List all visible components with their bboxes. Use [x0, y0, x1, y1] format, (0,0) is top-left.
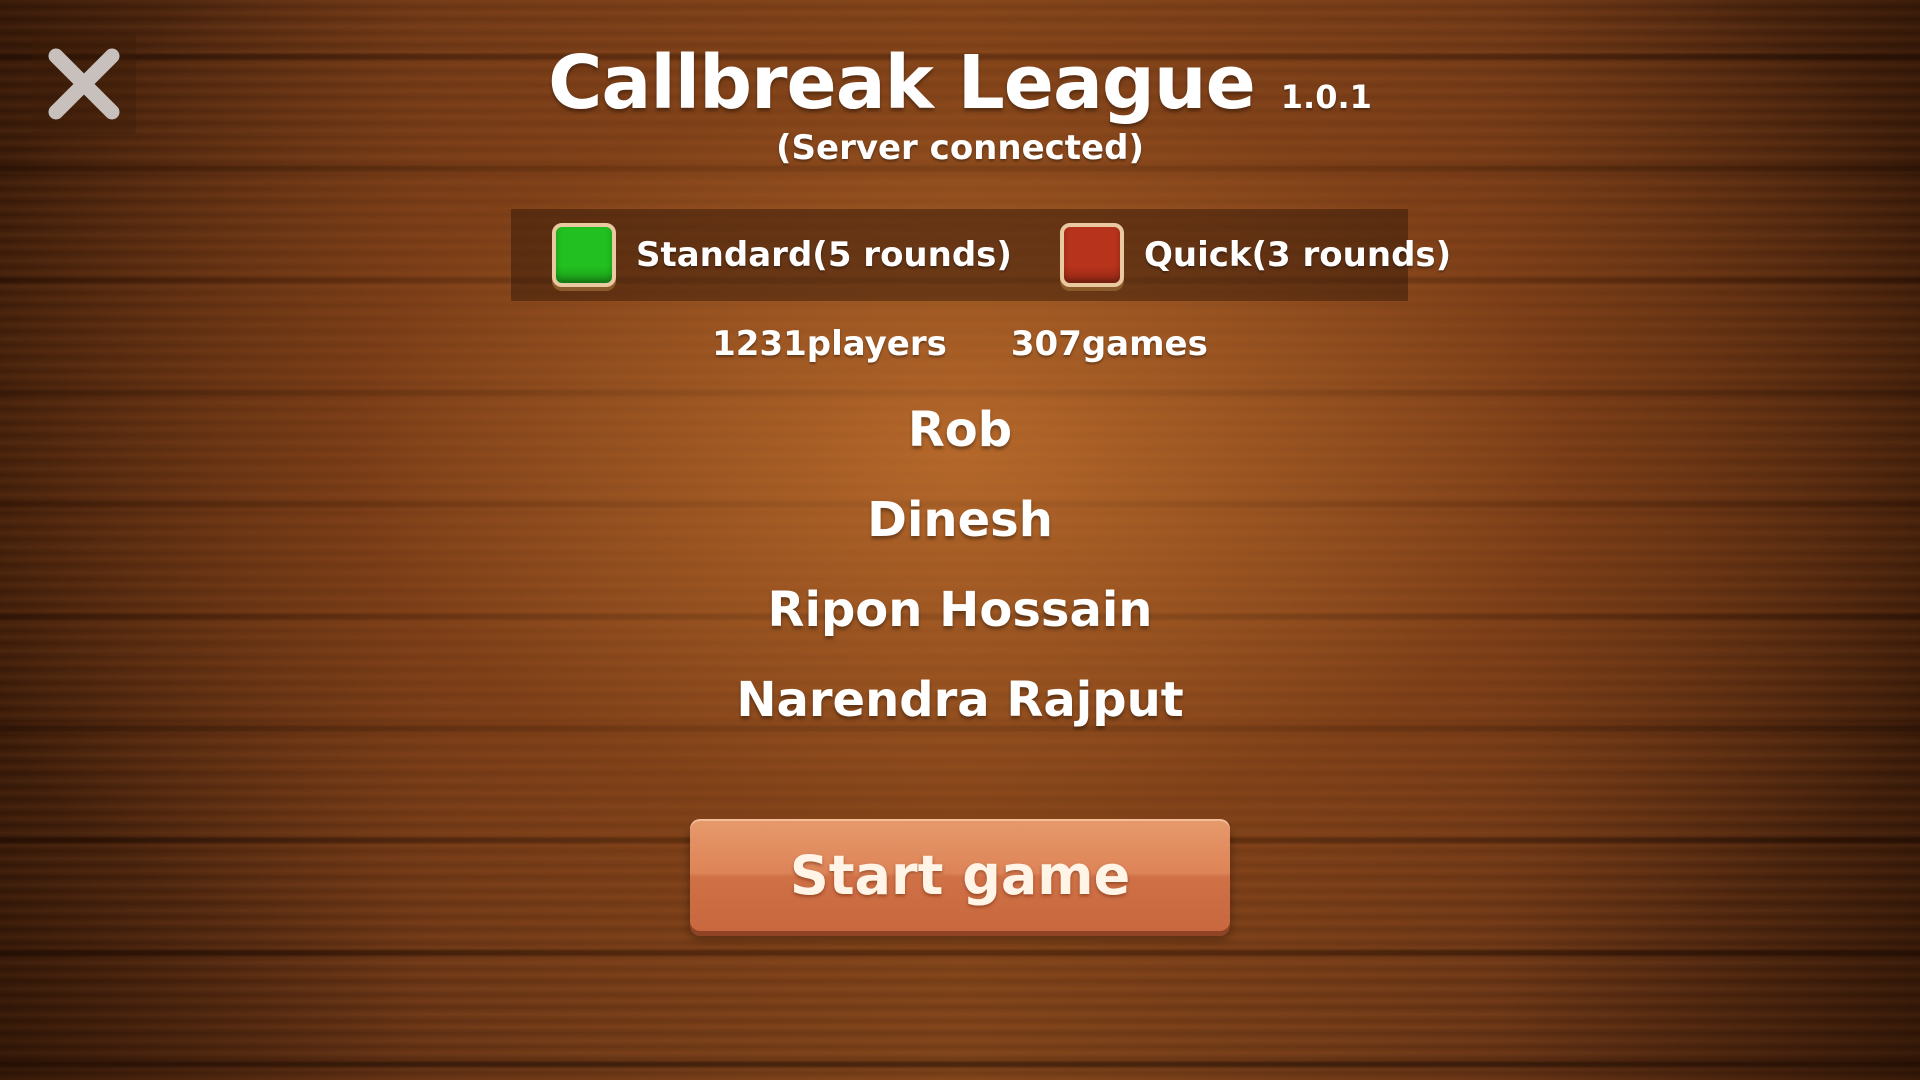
- mode-standard-label: Standard(5 rounds): [636, 235, 1012, 275]
- player-name: Narendra Rajput: [736, 672, 1184, 728]
- stats-spacer: [947, 324, 1011, 364]
- mode-quick-option[interactable]: Quick(3 rounds): [1059, 223, 1452, 287]
- players-count: 1231players: [712, 324, 947, 364]
- title-row: Callbreak League 1.0.1: [0, 40, 1920, 140]
- player-name: Rob: [907, 402, 1013, 458]
- start-game-label: Start game: [789, 843, 1131, 907]
- app-title: Callbreak League: [548, 40, 1256, 126]
- mode-quick-label: Quick(3 rounds): [1143, 235, 1452, 275]
- start-game-button[interactable]: Start game: [690, 819, 1230, 931]
- games-count: 307games: [1010, 324, 1208, 364]
- game-mode-selector: Standard(5 rounds) Quick(3 rounds): [511, 209, 1451, 301]
- player-name: Ripon Hossain: [767, 582, 1153, 638]
- server-status: (Server connected): [775, 128, 1144, 168]
- player-list: Rob Dinesh Ripon Hossain Narendra Rajput: [0, 398, 1920, 758]
- player-name: Dinesh: [867, 492, 1053, 548]
- mode-standard-checkbox[interactable]: [552, 223, 616, 287]
- app-version: 1.0.1: [1280, 78, 1372, 116]
- online-stats: 1231players 307games: [0, 324, 1920, 364]
- mode-standard-option[interactable]: Standard(5 rounds): [552, 223, 1012, 287]
- mode-quick-checkbox[interactable]: [1059, 223, 1124, 287]
